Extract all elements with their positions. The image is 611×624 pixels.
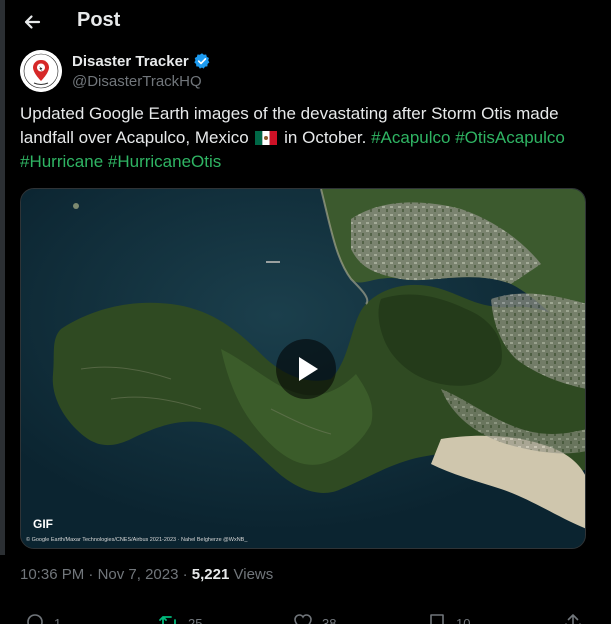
author-handle[interactable]: @DisasterTrackHQ xyxy=(72,73,211,90)
back-arrow-icon xyxy=(24,15,41,29)
share-button[interactable] xyxy=(562,612,584,624)
back-button[interactable] xyxy=(18,8,46,36)
heart-icon xyxy=(294,614,312,624)
bookmark-count: 10 xyxy=(456,615,471,624)
column-border xyxy=(0,0,5,555)
page-title: Post xyxy=(77,9,121,31)
reply-icon xyxy=(27,614,43,624)
image-credit: © Google Earth/Maxar Technologies/CNES/A… xyxy=(26,537,248,543)
bookmark-icon xyxy=(430,614,444,624)
hashtag-acapulco[interactable]: #Acapulco xyxy=(371,128,450,147)
action-bar: 1 25 38 10 xyxy=(0,612,611,624)
post-time[interactable]: 10:36 PM xyxy=(20,566,84,583)
post-author: Disaster Tracker @DisasterTrackHQ xyxy=(20,50,580,98)
views-label: Views xyxy=(229,566,274,583)
play-icon xyxy=(299,357,318,381)
avatar[interactable] xyxy=(20,50,62,92)
media-gif[interactable]: GIF © Google Earth/Maxar Technologies/CN… xyxy=(20,188,586,549)
bookmark-button[interactable]: 10 xyxy=(426,612,470,624)
reply-count: 1 xyxy=(54,615,62,624)
share-icon xyxy=(565,614,581,624)
repost-icon xyxy=(159,616,176,624)
header: Post xyxy=(0,0,611,44)
reply-button[interactable]: 1 xyxy=(24,612,61,624)
repost-button[interactable]: 25 xyxy=(158,612,202,624)
like-count: 38 xyxy=(322,615,337,624)
like-button[interactable]: 38 xyxy=(292,612,336,624)
views-count: 5,221 xyxy=(191,566,230,583)
post-date[interactable]: Nov 7, 2023 xyxy=(98,566,179,583)
repost-count: 25 xyxy=(188,615,203,624)
display-name-row: Disaster Tracker xyxy=(72,50,211,72)
gif-badge: GIF xyxy=(33,517,53,531)
hashtag-otisacapulco[interactable]: #OtisAcapulco xyxy=(455,128,565,147)
post-page: Post Disaster Tracker @DisasterTrackHQ U… xyxy=(0,0,611,624)
post-meta: 10:36 PM · Nov 7, 2023 · 5,221 Views xyxy=(20,566,274,583)
post-text: Updated Google Earth images of the devas… xyxy=(20,102,595,174)
hashtag-hurricaneotis[interactable]: #HurricaneOtis xyxy=(108,152,221,171)
author-names: Disaster Tracker @DisasterTrackHQ xyxy=(72,50,211,90)
hashtag-hurricane[interactable]: #Hurricane xyxy=(20,152,103,171)
display-name[interactable]: Disaster Tracker xyxy=(72,53,189,70)
post-text-part2: in October. xyxy=(279,128,372,147)
play-button[interactable] xyxy=(276,339,336,399)
verified-badge-icon xyxy=(194,53,210,69)
disaster-tracker-logo-icon xyxy=(20,50,62,92)
mexico-flag-icon xyxy=(255,131,278,145)
